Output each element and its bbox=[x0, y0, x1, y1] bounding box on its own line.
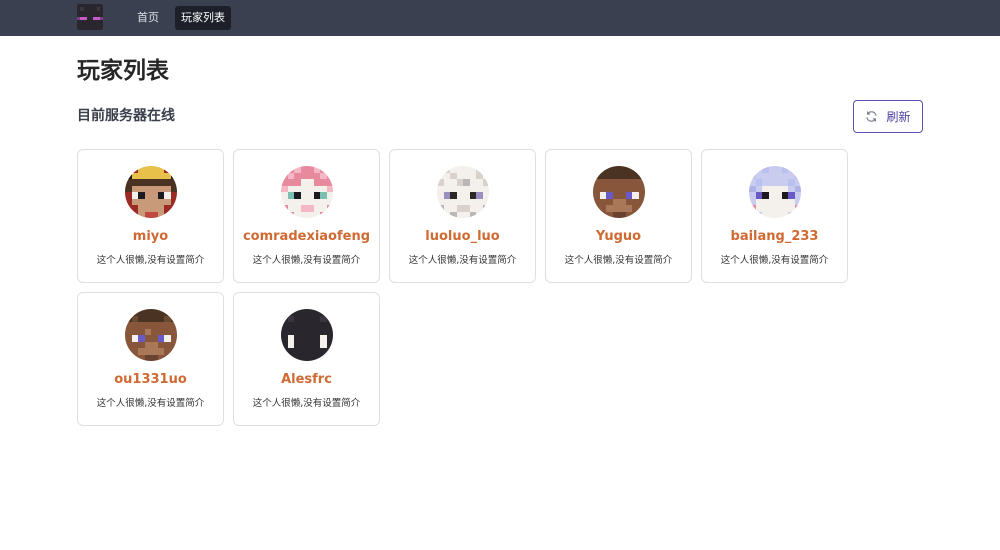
page-title: 玩家列表 bbox=[77, 58, 169, 84]
player-card[interactable]: miyo 这个人很懒,没有设置简介 bbox=[77, 149, 224, 283]
refresh-icon bbox=[866, 111, 878, 122]
player-name: luoluo_luo bbox=[425, 229, 500, 244]
player-avatar bbox=[281, 166, 333, 218]
player-name: comradexiaofeng bbox=[242, 229, 371, 244]
player-avatar bbox=[593, 166, 645, 218]
player-bio: 这个人很懒,没有设置简介 bbox=[96, 255, 205, 266]
player-avatar bbox=[437, 166, 489, 218]
player-name: bailang_233 bbox=[730, 229, 819, 244]
player-bio: 这个人很懒,没有设置简介 bbox=[408, 255, 517, 266]
nav-player-list[interactable]: 玩家列表 bbox=[175, 6, 231, 30]
player-name: Alesfrc bbox=[281, 372, 332, 387]
player-card[interactable]: ou1331uo 这个人很懒,没有设置简介 bbox=[77, 292, 224, 426]
player-bio: 这个人很懒,没有设置简介 bbox=[252, 255, 361, 266]
player-bio: 这个人很懒,没有设置简介 bbox=[564, 255, 673, 266]
player-card[interactable]: bailang_233 这个人很懒,没有设置简介 bbox=[701, 149, 848, 283]
player-name: miyo bbox=[132, 229, 169, 244]
player-bio: 这个人很懒,没有设置简介 bbox=[720, 255, 829, 266]
player-card[interactable]: Yuguo 这个人很懒,没有设置简介 bbox=[545, 149, 692, 283]
enderman-head-icon[interactable] bbox=[77, 4, 103, 30]
refresh-button[interactable]: 刷新 bbox=[853, 100, 923, 133]
player-bio: 这个人很懒,没有设置简介 bbox=[252, 398, 361, 409]
player-card[interactable]: comradexiaofeng 这个人很懒,没有设置简介 bbox=[233, 149, 380, 283]
player-name: ou1331uo bbox=[114, 372, 187, 387]
player-avatar bbox=[749, 166, 801, 218]
nav-home[interactable]: 首页 bbox=[131, 6, 165, 30]
player-name: Yuguo bbox=[595, 229, 642, 244]
player-avatar bbox=[125, 309, 177, 361]
player-card[interactable]: Alesfrc 这个人很懒,没有设置简介 bbox=[233, 292, 380, 426]
player-avatar bbox=[281, 309, 333, 361]
refresh-label: 刷新 bbox=[886, 110, 911, 124]
player-bio: 这个人很懒,没有设置简介 bbox=[96, 398, 205, 409]
section-title: 目前服务器在线 bbox=[77, 108, 175, 124]
top-navbar: 首页 玩家列表 bbox=[0, 0, 1000, 36]
player-avatar bbox=[125, 166, 177, 218]
player-card[interactable]: luoluo_luo 这个人很懒,没有设置简介 bbox=[389, 149, 536, 283]
